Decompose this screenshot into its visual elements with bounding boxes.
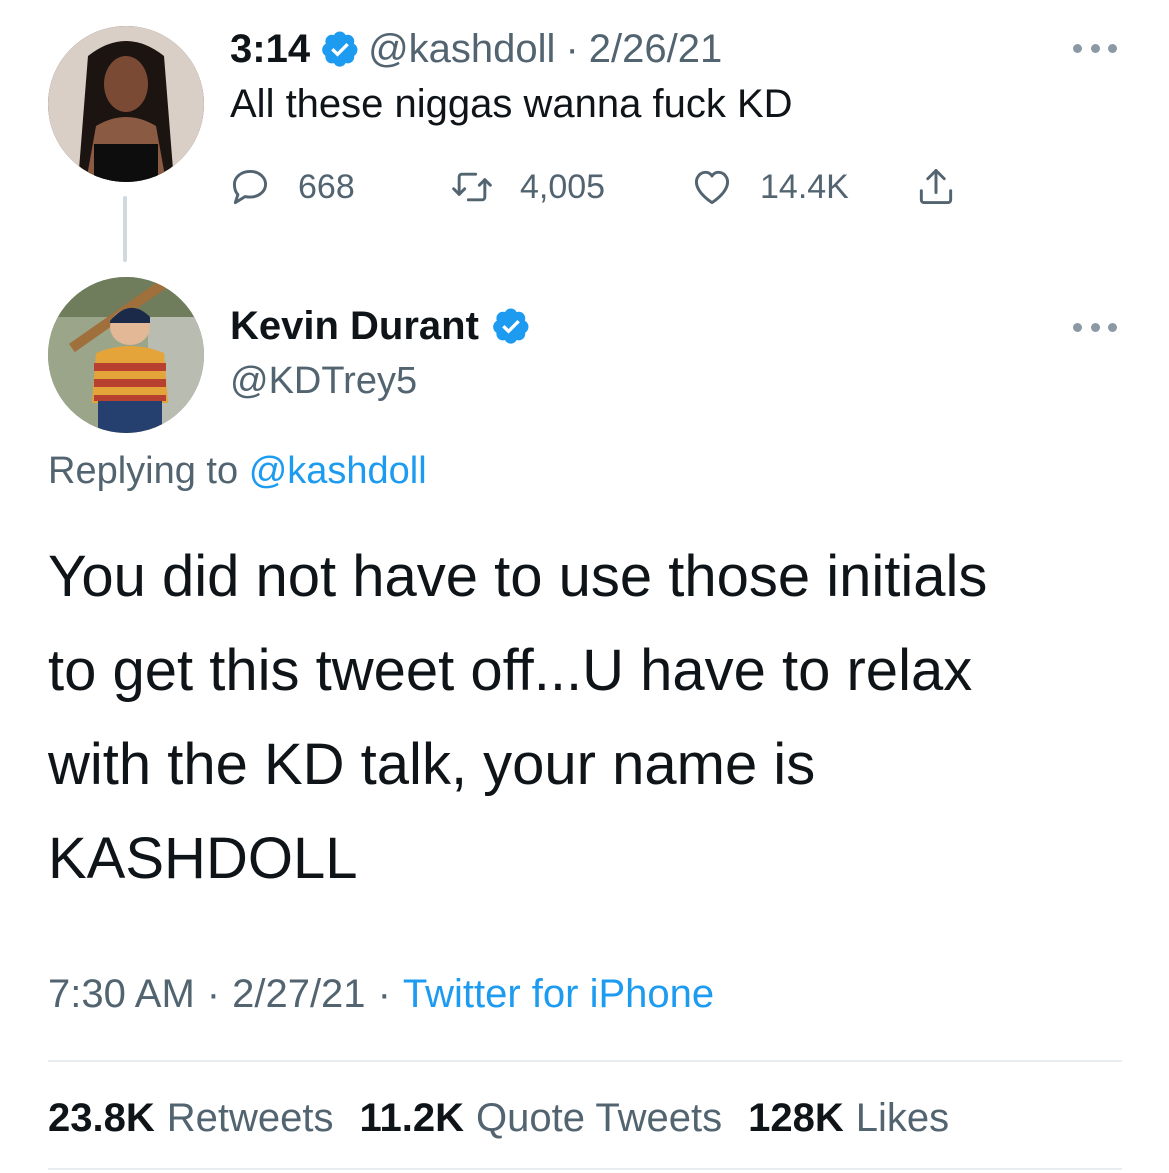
replying-handle-link[interactable]: @kashdoll [249, 450, 427, 492]
quote-tweets-label: Quote Tweets [476, 1096, 723, 1140]
tweet-text-line: to get this tweet off...U have to relax [48, 638, 973, 703]
replying-to: Replying to @kashdoll [48, 450, 427, 493]
parent-display-name[interactable]: 3:14 [230, 27, 310, 72]
thread-connector-line [123, 196, 127, 262]
share-icon [919, 169, 953, 205]
tweet-time[interactable]: 7:30 AM [48, 972, 195, 1016]
tweet-thread: 3:14 @kashdoll · 2/26/21 All these nigga… [0, 0, 1169, 1173]
tweet-text-line: KASHDOLL [48, 826, 358, 891]
quote-tweets-count: 11.2K [359, 1096, 465, 1140]
kashdoll-avatar[interactable] [48, 26, 204, 182]
verified-icon [491, 306, 531, 346]
tweet-source-link[interactable]: Twitter for iPhone [403, 972, 714, 1016]
more-options-icon[interactable] [1073, 41, 1117, 55]
share-button[interactable] [914, 160, 958, 214]
divider [48, 1168, 1122, 1170]
retweets-stat[interactable]: 23.8K Retweets [48, 1096, 334, 1141]
like-button[interactable]: 14.4K [690, 160, 849, 214]
retweet-count: 4,005 [520, 167, 606, 206]
retweet-button[interactable]: 4,005 [450, 160, 605, 214]
separator-dot: · [565, 26, 579, 71]
tweet-stats: 23.8K Retweets 11.2K Quote Tweets 128K Like… [48, 1096, 975, 1141]
replying-prefix: Replying to [48, 450, 239, 492]
main-handle[interactable]: @KDTrey5 [230, 360, 417, 403]
more-options-icon[interactable] [1073, 320, 1117, 334]
parent-tweet-text: All these niggas wanna fuck KD [230, 82, 793, 126]
tweet-text-line: You did not have to use those initials [48, 544, 988, 609]
heart-icon [694, 170, 730, 205]
main-display-name[interactable]: Kevin Durant [230, 304, 479, 349]
likes-label: Likes [855, 1096, 950, 1140]
parent-tweet-header: 3:14 @kashdoll · 2/26/21 [230, 26, 722, 72]
main-tweet-name-row: Kevin Durant [230, 300, 531, 352]
reply-count: 668 [298, 167, 355, 206]
tweet-date[interactable]: 2/27/21 [232, 972, 365, 1016]
retweets-label: Retweets [166, 1096, 334, 1140]
likes-stat[interactable]: 128K Likes [748, 1096, 949, 1141]
parent-date[interactable]: 2/26/21 [589, 27, 722, 72]
separator-dot: · [206, 972, 221, 1016]
separator-dot: · [377, 972, 391, 1016]
main-tweet-text: You did not have to use those initials t… [48, 530, 1128, 906]
reply-button[interactable]: 668 [228, 160, 355, 214]
tweet-metadata: 7:30 AM · 2/27/21 · Twitter for iPhone [48, 972, 714, 1017]
quote-tweets-stat[interactable]: 11.2K Quote Tweets [360, 1096, 723, 1141]
tweet-text-line: with the KD talk, your name is [48, 732, 816, 797]
verified-icon [320, 29, 360, 69]
like-count: 14.4K [760, 167, 849, 206]
reply-icon [232, 169, 268, 205]
retweet-icon [452, 172, 492, 202]
retweets-count: 23.8K [48, 1096, 155, 1140]
divider [48, 1060, 1122, 1062]
parent-tweet-actions: 668 4,005 14.4K [228, 160, 988, 214]
parent-handle[interactable]: @kashdoll [368, 27, 555, 72]
kdtrey5-avatar[interactable] [48, 277, 204, 433]
likes-count: 128K [748, 1096, 844, 1140]
